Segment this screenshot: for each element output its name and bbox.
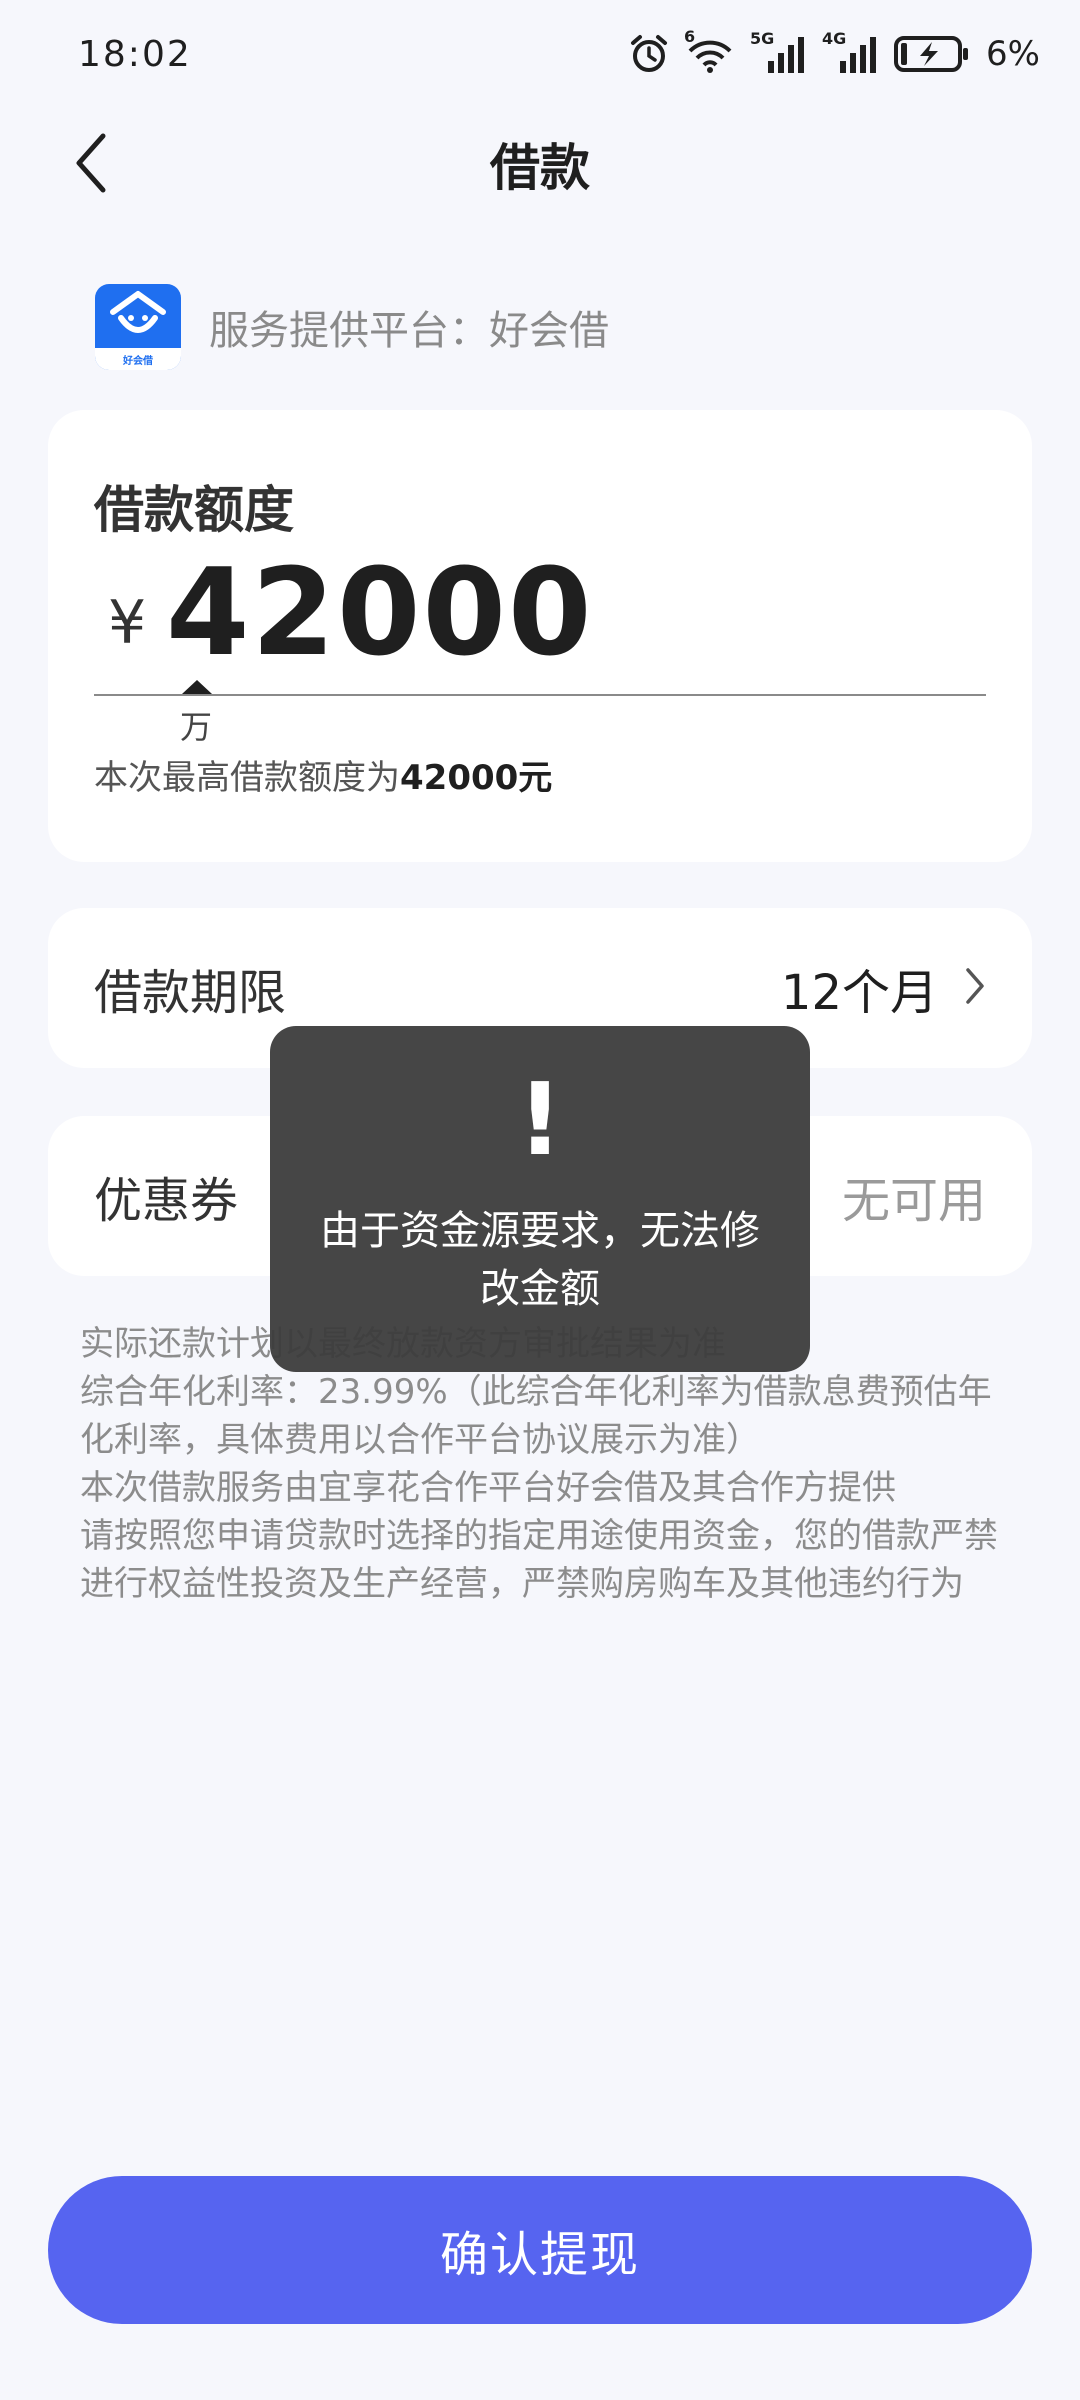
max-hint-amount: 42000元 bbox=[400, 758, 553, 798]
status-icons: 6 5G 4G 6% bbox=[628, 27, 1040, 80]
exclamation-icon: ! bbox=[517, 1061, 563, 1178]
note-item: 请按照您申请贷款时选择的指定用途使用资金，您的借款严禁进行权益性投资及生产经营，… bbox=[80, 1516, 998, 1604]
amount-card: 借款额度 ¥ 42000 万 本次最高借款额度为42000元 bbox=[48, 410, 1032, 862]
max-hint-prefix: 本次最高借款额度为 bbox=[94, 758, 400, 798]
battery-percent: 6% bbox=[986, 34, 1040, 74]
currency-symbol: ¥ bbox=[108, 588, 147, 658]
wifi-label: 6 bbox=[684, 27, 696, 46]
max-amount-hint: 本次最高借款额度为42000元 bbox=[94, 750, 552, 799]
signal-4g-icon: 4G bbox=[822, 29, 880, 75]
loan-term-value: 12个月 bbox=[780, 965, 938, 1021]
wifi-icon: 6 bbox=[684, 27, 736, 75]
chevron-right-icon bbox=[964, 966, 986, 1010]
note-item: 综合年化利率：23.99%（此综合年化利率为借款息费预估年化利率，具体费用以合作… bbox=[80, 1372, 992, 1460]
confirm-withdraw-button[interactable]: 确认提现 bbox=[48, 2176, 1032, 2324]
loan-term-label: 借款期限 bbox=[94, 965, 287, 1021]
provider-logo-icon bbox=[110, 291, 166, 333]
alarm-icon bbox=[628, 33, 670, 75]
unit-caret-icon bbox=[182, 680, 212, 694]
status-time: 18:02 bbox=[78, 34, 192, 75]
provider-logo-text: 好会借 bbox=[123, 355, 153, 367]
page-title: 借款 bbox=[490, 139, 590, 197]
note-item: 本次借款服务由宜享花合作平台好会借及其合作方提供 bbox=[80, 1468, 896, 1508]
amount-underline bbox=[94, 694, 986, 696]
provider-logo: 好会借 bbox=[95, 284, 181, 370]
toast-text: 由于资金源要求，无法修改金额 bbox=[320, 1208, 760, 1312]
toast-message: ! 由于资金源要求，无法修改金额 bbox=[270, 1026, 810, 1372]
coupon-value: 无可用 bbox=[841, 1173, 986, 1229]
net2-label: 4G bbox=[822, 29, 847, 48]
provider-text: 服务提供平台：好会借 bbox=[209, 308, 609, 354]
net1-label: 5G bbox=[750, 29, 775, 48]
amount-title: 借款额度 bbox=[94, 481, 294, 539]
header: 借款 bbox=[0, 110, 1080, 220]
battery-icon bbox=[894, 34, 970, 74]
provider-info: 好会借 服务提供平台：好会借 bbox=[95, 284, 609, 370]
signal-5g-icon: 5G bbox=[750, 29, 808, 75]
coupon-label: 优惠券 bbox=[94, 1173, 239, 1229]
unit-hint: 万 bbox=[180, 708, 213, 746]
amount-input[interactable]: 42000 bbox=[166, 544, 593, 683]
status-bar: 18:02 6 5G 4G 6% bbox=[0, 0, 1080, 110]
